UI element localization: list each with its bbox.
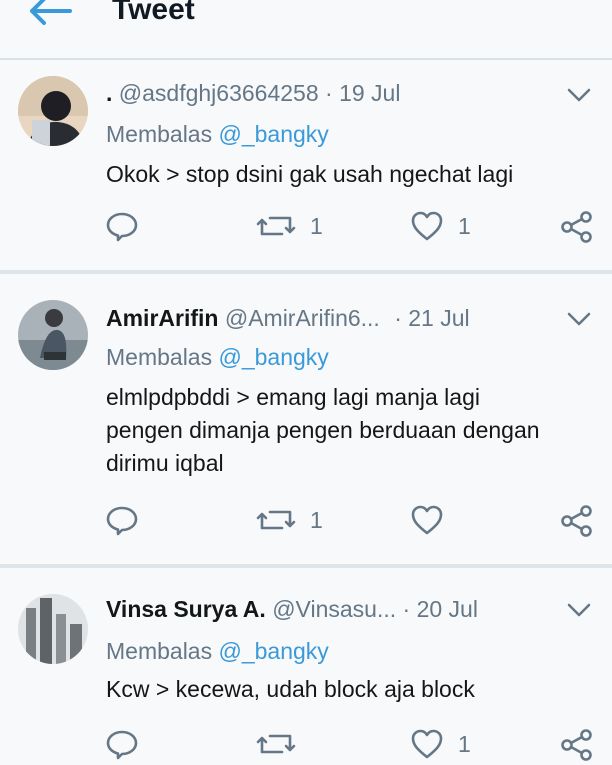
display-name[interactable]: AmirArifin [106,305,218,331]
retweet-icon [256,734,296,754]
tweet-date: · 19 Jul [325,80,401,106]
handle[interactable]: @AmirArifin6... [225,305,380,331]
like-count: 1 [458,212,471,239]
handle[interactable]: @Vinsasu... [272,596,396,622]
display-name[interactable]: . [106,80,112,106]
top-bar: Tweet [0,0,612,60]
like-button[interactable]: 1 [410,210,471,242]
tweet-header: AmirArifin @AmirArifin6... · 21 Jul [106,303,470,333]
tweet-header: . @asdfghj63664258 · 19 Jul [106,78,400,108]
reply-button[interactable] [106,728,138,760]
chevron-down-icon[interactable] [566,310,592,328]
display-name[interactable]: Vinsa Surya A. [106,596,266,622]
chevron-down-icon[interactable] [566,86,592,104]
share-icon [561,211,592,243]
tweet-text: Kcw > kecewa, udah block aja block [106,676,475,702]
share-icon [561,729,592,761]
reply-context: Membalas @_bangky [106,119,329,149]
reply-label: Membalas [106,638,213,664]
like-button[interactable]: 1 [410,728,471,760]
reply-icon [106,730,138,760]
share-button[interactable] [560,210,594,244]
reply-context: Membalas @_bangky [106,636,329,666]
chevron-down-icon[interactable] [566,601,592,619]
heart-icon [411,211,443,241]
retweet-button[interactable]: 1 [256,504,323,536]
handle[interactable]: @asdfghj63664258 [119,80,319,106]
reply-button[interactable] [106,210,138,242]
share-button[interactable] [560,504,594,538]
tweet-text: Okok > stop dsini gak usah ngechat lagi [106,161,514,187]
reply-mention[interactable]: @_bangky [219,344,329,370]
tweet-date: · 21 Jul [394,305,470,331]
retweet-count: 1 [310,506,323,533]
page-title: Tweet [112,0,195,26]
heart-icon [411,505,443,535]
avatar[interactable] [18,76,88,146]
retweet-icon [256,510,296,530]
back-arrow-icon[interactable] [26,0,72,28]
share-icon [561,505,592,537]
heart-icon [411,729,443,759]
avatar[interactable] [18,300,88,370]
reply-mention[interactable]: @_bangky [219,121,329,147]
reply-mention[interactable]: @_bangky [219,638,329,664]
tweet-text: elmlpdpbddi > emang lagi manja lagi peng… [106,384,540,476]
retweet-count: 1 [310,212,323,239]
reply-icon [106,212,138,242]
share-button[interactable] [560,728,594,762]
tweet-item[interactable]: . @asdfghj63664258 · 19 Jul Membalas @_b… [0,60,612,270]
tweet-date: · 20 Jul [402,596,478,622]
like-count: 1 [458,730,471,757]
tweet-header: Vinsa Surya A. @Vinsasu... · 20 Jul [106,594,478,624]
reply-label: Membalas [106,121,213,147]
retweet-icon [256,216,296,236]
reply-icon [106,506,138,536]
avatar[interactable] [18,594,88,664]
reply-context: Membalas @_bangky [106,342,329,372]
reply-button[interactable] [106,504,138,536]
retweet-button[interactable]: 1 [256,210,323,242]
reply-label: Membalas [106,344,213,370]
retweet-button[interactable] [256,728,310,760]
tweet-item[interactable]: AmirArifin @AmirArifin6... · 21 Jul Memb… [0,274,612,564]
like-button[interactable] [410,504,458,536]
tweet-item[interactable]: Vinsa Surya A. @Vinsasu... · 20 Jul Memb… [0,568,612,765]
